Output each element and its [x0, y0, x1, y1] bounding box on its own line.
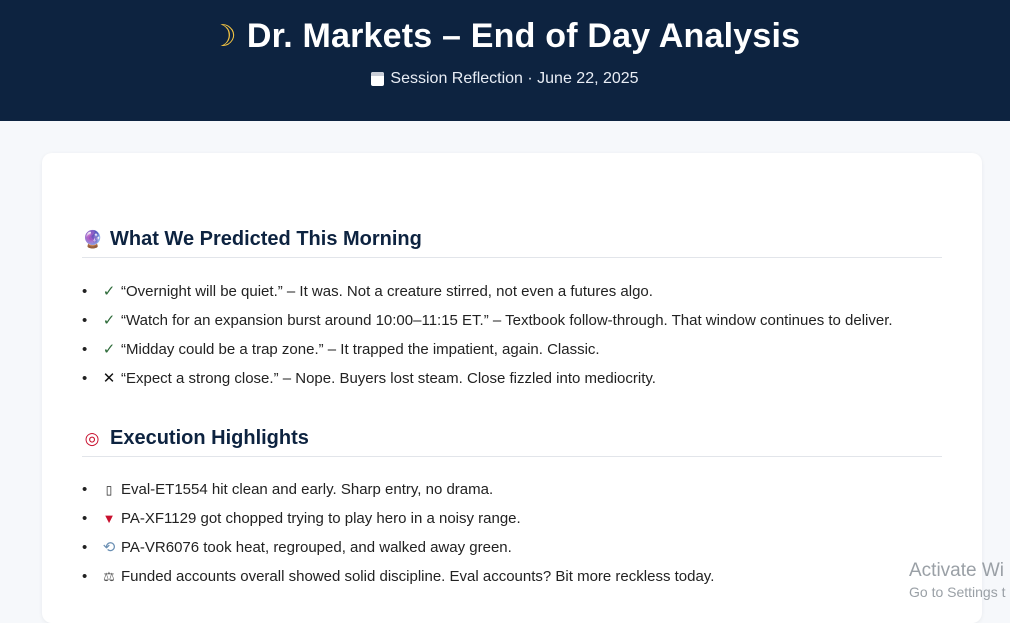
- check-icon: ✓: [102, 312, 116, 329]
- activation-watermark: Activate Wi Go to Settings t: [909, 560, 1006, 600]
- check-icon: ✓: [102, 341, 116, 358]
- down-triangle-icon: ▼: [102, 511, 116, 526]
- list-item-text: Eval-ET1554 hit clean and early. Sharp e…: [121, 481, 494, 498]
- list-item: ✓ “Midday could be a trap zone.” – It tra…: [82, 335, 893, 364]
- section-title-text: What We Predicted This Morning: [110, 228, 422, 250]
- cycle-arrows-icon: ⟲: [102, 539, 116, 556]
- section-title-text: Execution Highlights: [110, 427, 309, 449]
- watermark-line-2: Go to Settings t: [909, 584, 1006, 600]
- list-item: ✓ “Watch for an expansion burst around 10…: [82, 306, 893, 335]
- calendar-icon: [371, 72, 385, 86]
- list-item: ✕ “Expect a strong close.” – Nope. Buyers…: [82, 364, 893, 393]
- section-title-predictions: 🔮 What We Predicted This Morning: [82, 228, 942, 258]
- page-title: ☽ Dr. Markets – End of Day Analysis: [0, 17, 1010, 56]
- watermark-line-1: Activate Wi: [909, 560, 1005, 581]
- section-title-execution: ◎ Execution Highlights: [82, 427, 942, 457]
- list-item: ⟲ PA-VR6076 took heat, regrouped, and wal…: [82, 533, 714, 562]
- list-item-text: PA-XF1129 got chopped trying to play her…: [121, 510, 521, 527]
- list-item: ⚖ Funded accounts overall showed solid di…: [82, 562, 714, 591]
- list-item-text: PA-VR6076 took heat, regrouped, and walk…: [121, 539, 512, 556]
- list-item: ✓ “Overnight will be quiet.” – It was. No…: [82, 277, 893, 306]
- list-item-text: Funded accounts overall showed solid dis…: [121, 568, 715, 585]
- list-item-text: “Expect a strong close.” – Nope. Buyers …: [121, 370, 656, 387]
- page-subtitle-text: Session Reflection · June 22, 2025: [390, 70, 639, 87]
- crystal-ball-icon: 🔮: [82, 229, 104, 249]
- box-icon: ▯: [105, 483, 113, 497]
- predictions-list: ✓ “Overnight will be quiet.” – It was. No…: [82, 277, 893, 393]
- list-item: ▯ Eval-ET1554 hit clean and early. Sharp …: [82, 475, 714, 504]
- list-item-text: “Watch for an expansion burst around 10:…: [121, 312, 893, 329]
- list-item: ▼ PA-XF1129 got chopped trying to play he…: [82, 504, 714, 533]
- list-item-text: “Midday could be a trap zone.” – It trap…: [121, 341, 600, 358]
- check-icon: ✓: [102, 283, 116, 300]
- scale-icon: ⚖: [103, 569, 115, 584]
- cross-icon: ✕: [102, 370, 116, 387]
- page-title-text: Dr. Markets – End of Day Analysis: [246, 17, 801, 55]
- crescent-moon-icon: ☽: [209, 20, 237, 53]
- page-header: ☽ Dr. Markets – End of Day Analysis Sess…: [0, 0, 1010, 121]
- execution-list: ▯ Eval-ET1554 hit clean and early. Sharp …: [82, 475, 714, 591]
- target-icon: ◎: [84, 428, 100, 448]
- list-item-text: “Overnight will be quiet.” – It was. Not…: [121, 283, 653, 300]
- page-subtitle: Session Reflection · June 22, 2025: [0, 70, 1010, 88]
- analysis-card: 🔮 What We Predicted This Morning ✓ “Overn…: [42, 153, 982, 623]
